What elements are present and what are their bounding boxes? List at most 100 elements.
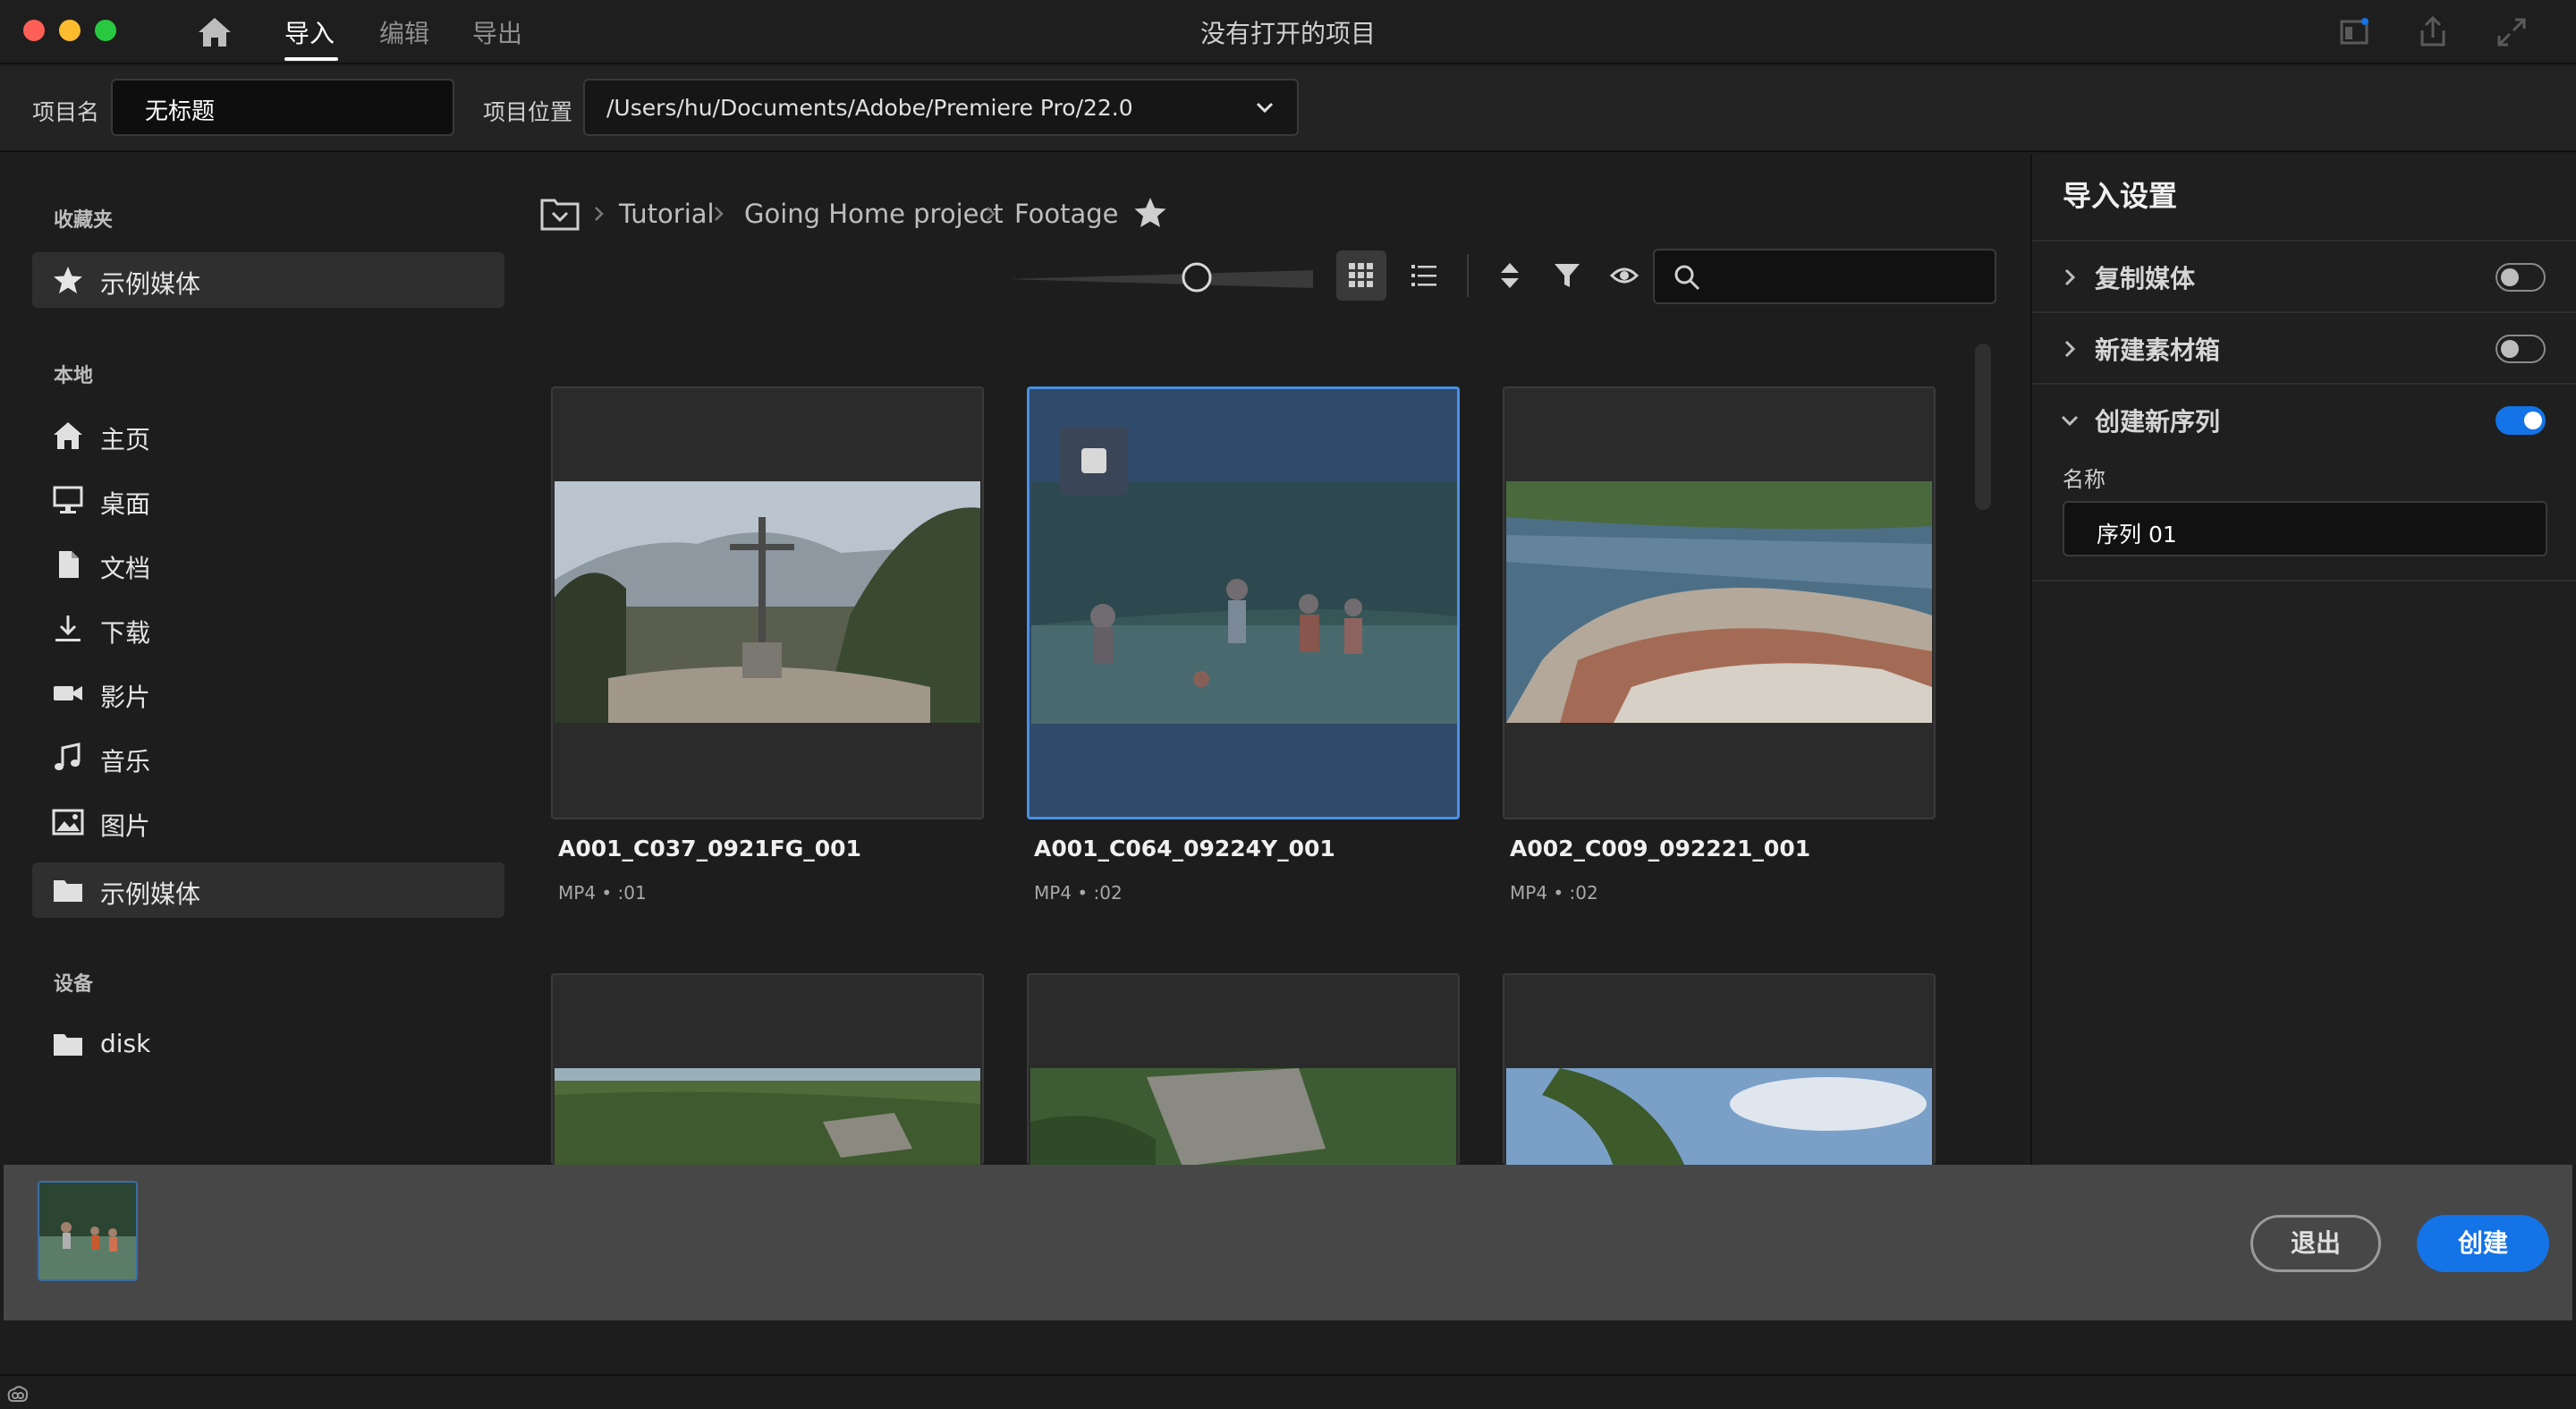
project-name-label: 项目名 xyxy=(32,99,100,125)
share-icon[interactable] xyxy=(2413,13,2453,52)
import-window: 导入 编辑 导出 没有打开的项目 项目名 无标题 项目位置 /Users/hu/… xyxy=(0,0,2576,1409)
project-location-select[interactable]: /Users/hu/Documents/Adobe/Premiere Pro/2… xyxy=(583,79,1299,136)
clip-thumbnail xyxy=(555,1068,980,1165)
list-view-button[interactable] xyxy=(1399,250,1449,301)
tray-thumbnail-image xyxy=(39,1183,136,1279)
devices-heading: 设备 xyxy=(54,973,94,996)
clip-thumbnail xyxy=(555,481,980,723)
create-sequence-toggle[interactable] xyxy=(2496,406,2546,435)
project-bar: 项目名 无标题 项目位置 /Users/hu/Documents/Adobe/P… xyxy=(0,66,2576,152)
sidebar-item-sample-media[interactable]: 示例媒体 xyxy=(32,862,504,918)
sidebar-item-disk[interactable]: disk xyxy=(32,1016,504,1072)
new-bin-toggle[interactable] xyxy=(2496,335,2546,363)
clip-checkbox[interactable] xyxy=(1060,427,1128,495)
tab-edit[interactable]: 编辑 xyxy=(379,14,429,50)
clip-meta: MP4 • :02 xyxy=(1034,882,1123,904)
breadcrumb-item[interactable]: Going Home project xyxy=(744,199,1004,229)
sidebar-item-downloads[interactable]: 下载 xyxy=(32,601,504,657)
scrollbar[interactable] xyxy=(1975,344,1991,510)
sequence-name-input[interactable]: 序列 01 xyxy=(2063,501,2547,556)
clip-card[interactable] xyxy=(551,973,984,1165)
clip-thumbnail xyxy=(1506,1068,1932,1165)
clip-name: A002_C009_092221_001 xyxy=(1510,836,1811,862)
create-button[interactable]: 创建 xyxy=(2417,1215,2549,1272)
zoom-window-button[interactable] xyxy=(95,20,116,41)
filter-icon xyxy=(1555,264,1580,287)
document-icon xyxy=(59,551,79,578)
workspace-icon[interactable] xyxy=(2334,13,2374,52)
clip-card[interactable] xyxy=(1503,973,1936,1165)
search-icon xyxy=(1674,265,1700,291)
setting-row-copy-media[interactable]: 复制媒体 xyxy=(2032,240,2576,311)
panel-divider xyxy=(2032,580,2576,581)
clip-card[interactable] xyxy=(1027,973,1460,1165)
project-location-label: 项目位置 xyxy=(483,99,573,125)
list-icon xyxy=(1411,265,1436,286)
clip-meta: MP4 • :02 xyxy=(1510,882,1598,904)
movie-icon xyxy=(54,686,82,700)
breadcrumb-item[interactable]: Tutorial xyxy=(619,199,715,229)
sidebar: 收藏夹 示例媒体 本地 主页 桌面 文档 下载 影片 音乐 图片 示例媒体 设备… xyxy=(0,154,526,1165)
clip-name: A001_C037_0921FG_001 xyxy=(558,836,861,862)
sidebar-item-label: 图片 xyxy=(100,811,151,841)
tab-import[interactable]: 导入 xyxy=(284,14,335,50)
breadcrumb-item[interactable]: Footage xyxy=(1014,199,1119,229)
sidebar-item-home[interactable]: 主页 xyxy=(32,408,504,463)
creative-cloud-icon[interactable] xyxy=(5,1383,29,1405)
import-settings-panel: 导入设置 复制媒体 新建素材箱 创建新序列 名称 序列 01 xyxy=(2030,154,2576,1165)
search-input[interactable] xyxy=(1653,249,1996,304)
clip-card[interactable] xyxy=(1503,386,1936,819)
star-icon[interactable] xyxy=(1132,195,1168,231)
home-icon xyxy=(54,422,82,449)
sidebar-item-label: 下载 xyxy=(100,618,151,648)
folder-dropdown-icon[interactable] xyxy=(540,199,580,231)
home-icon[interactable] xyxy=(195,13,234,52)
status-bar xyxy=(0,1374,2576,1409)
import-settings-title: 导入设置 xyxy=(2063,179,2178,213)
copy-media-toggle[interactable] xyxy=(2496,263,2546,292)
exit-button[interactable]: 退出 xyxy=(2250,1215,2381,1272)
sort-button[interactable] xyxy=(1485,250,1535,301)
active-tab-indicator xyxy=(284,57,338,61)
sidebar-item-pictures[interactable]: 图片 xyxy=(32,794,504,850)
sort-icon xyxy=(1501,263,1519,288)
toolbar-divider xyxy=(1467,254,1469,297)
local-heading: 本地 xyxy=(54,365,94,387)
filter-button[interactable] xyxy=(1542,250,1592,301)
chevron-right-icon xyxy=(2064,340,2076,358)
clip-meta: MP4 • :01 xyxy=(558,882,647,904)
thumbnail-size-slider[interactable] xyxy=(1009,256,1313,299)
chevron-right-icon xyxy=(2064,268,2076,286)
setting-row-new-bin[interactable]: 新建素材箱 xyxy=(2032,311,2576,383)
checkbox-checked-icon xyxy=(1081,448,1106,473)
eye-icon xyxy=(1610,267,1639,284)
project-name-input[interactable]: 无标题 xyxy=(111,79,454,136)
clip-thumbnail xyxy=(1506,481,1932,723)
chevron-right-icon xyxy=(595,207,604,221)
picture-icon xyxy=(52,809,84,836)
sidebar-item-documents[interactable]: 文档 xyxy=(32,537,504,592)
sidebar-item-movies[interactable]: 影片 xyxy=(32,666,504,721)
sidebar-item-favorite-sample-media[interactable]: 示例媒体 xyxy=(32,252,504,308)
sidebar-item-music[interactable]: 音乐 xyxy=(32,730,504,785)
sequence-name-label: 名称 xyxy=(2063,467,2106,492)
folder-icon xyxy=(54,1034,82,1056)
chevron-right-icon xyxy=(987,207,996,221)
close-window-button[interactable] xyxy=(23,20,45,41)
desktop-icon xyxy=(53,486,83,514)
setting-row-create-sequence[interactable]: 创建新序列 xyxy=(2032,383,2576,454)
setting-label: 创建新序列 xyxy=(2095,407,2221,437)
selected-clip-thumbnail[interactable] xyxy=(38,1181,138,1281)
clip-thumbnail xyxy=(1030,1068,1456,1165)
grid-view-button[interactable] xyxy=(1336,250,1386,301)
grid-icon xyxy=(1349,263,1373,287)
clip-card[interactable] xyxy=(551,386,984,819)
preview-toggle-button[interactable] xyxy=(1599,250,1649,301)
sidebar-item-desktop[interactable]: 桌面 xyxy=(32,472,504,528)
minimize-window-button[interactable] xyxy=(59,20,80,41)
tab-export[interactable]: 导出 xyxy=(472,14,522,50)
sidebar-item-label: 示例媒体 xyxy=(100,879,201,909)
clip-card-selected[interactable] xyxy=(1027,386,1460,819)
fullscreen-icon[interactable] xyxy=(2492,13,2531,52)
sidebar-item-label: 音乐 xyxy=(100,747,151,777)
